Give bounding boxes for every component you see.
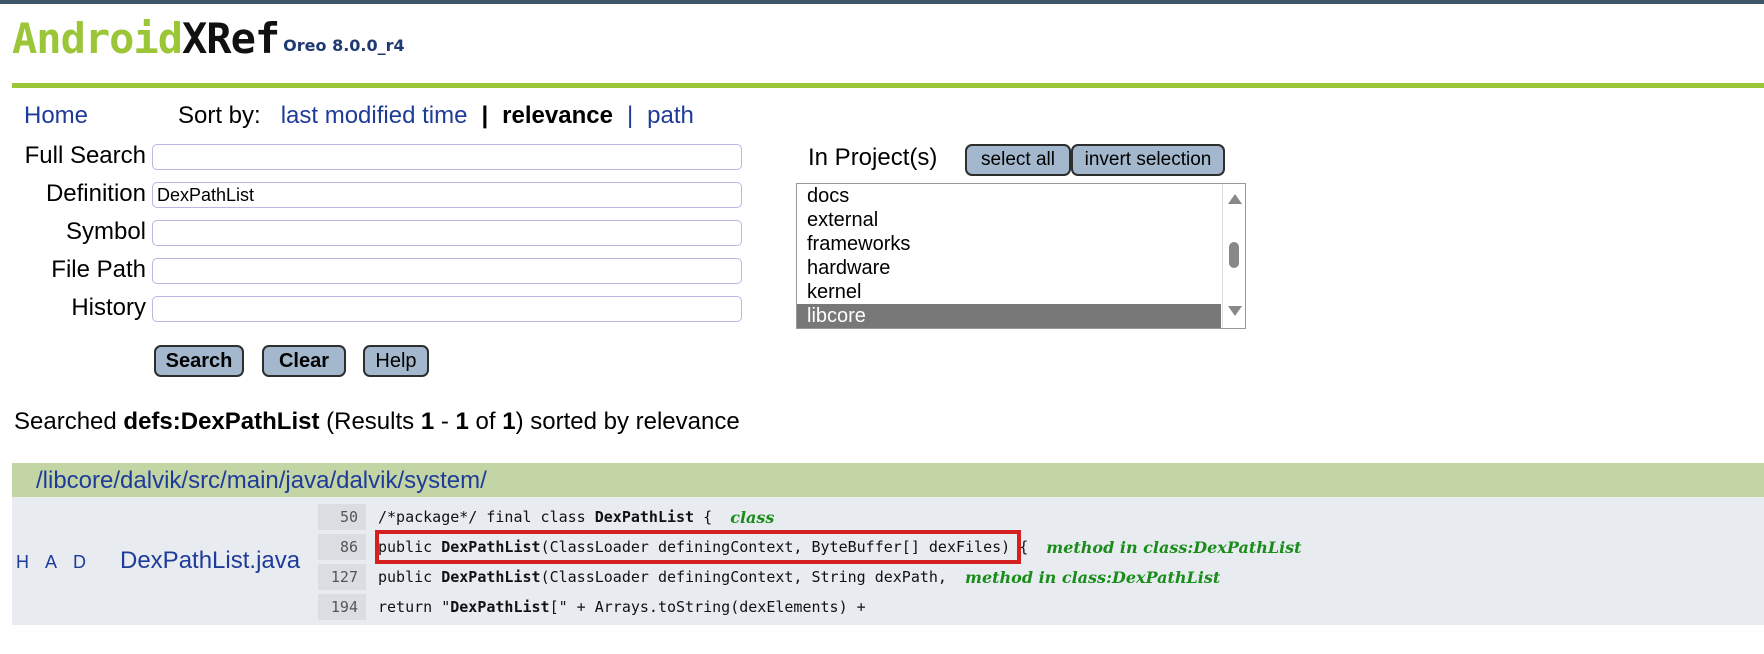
help-button[interactable]: Help — [363, 345, 429, 377]
sort-by-label: Sort by: — [178, 102, 261, 129]
summary-suffix: ) sorted by relevance — [515, 408, 740, 435]
code-match: DexPathList — [441, 568, 541, 586]
code-line[interactable]: 50 /*package*/ final class DexPathList {… — [318, 503, 774, 531]
scroll-down-arrow-icon[interactable] — [1228, 306, 1242, 316]
logo-xref-text: XRef — [182, 14, 280, 63]
project-list-scrollbar[interactable] — [1222, 184, 1245, 328]
definition-type-tag: class — [730, 507, 775, 527]
definition-type-tag: method in class:DexPathList — [1046, 537, 1302, 557]
line-number[interactable]: 127 — [318, 564, 366, 590]
code-pre: /*package*/ final class — [378, 508, 595, 526]
search-summary: Searched defs:DexPathList (Results 1 - 1… — [14, 406, 740, 438]
result-directory-bar: /libcore/dalvik/src/main/java/dalvik/sys… — [12, 463, 1764, 497]
sort-path-link[interactable]: path — [647, 100, 694, 132]
code-post: [" + Arrays.toString(dexElements) + — [549, 598, 866, 616]
summary-total: 1 — [502, 408, 516, 435]
in-projects-label: In Project(s) — [808, 144, 938, 171]
home-link[interactable]: Home — [24, 100, 88, 132]
code-line[interactable]: 127 public DexPathList(ClassLoader defin… — [318, 563, 1220, 591]
sort-separator: | — [626, 102, 634, 129]
summary-query: defs:DexPathList — [123, 408, 320, 435]
code-match: DexPathList — [594, 508, 695, 526]
history-annotate-download-links[interactable]: H A D — [16, 551, 92, 573]
symbol-input[interactable] — [152, 220, 742, 246]
line-number[interactable]: 50 — [318, 504, 366, 530]
full-search-input[interactable] — [152, 144, 742, 170]
project-option-libcore[interactable]: libcore — [797, 304, 1221, 328]
sort-last-modified-link[interactable]: last modified time — [281, 100, 468, 132]
result-file-link[interactable]: DexPathList.java — [120, 546, 300, 576]
code-line[interactable]: 194 return "DexPathList[" + Arrays.toStr… — [318, 593, 866, 621]
code-pre: return " — [378, 598, 451, 616]
summary-to: 1 — [455, 408, 469, 435]
top-border — [0, 0, 1764, 4]
scroll-thumb[interactable] — [1229, 242, 1239, 268]
line-number[interactable]: 194 — [318, 594, 366, 620]
file-path-label: File Path — [51, 256, 146, 283]
highlight-box — [375, 530, 1021, 564]
summary-results-label: (Results — [319, 408, 421, 435]
logo-android-text: Android — [12, 14, 183, 63]
search-button[interactable]: Search — [154, 345, 244, 377]
select-all-button[interactable]: select all — [965, 144, 1071, 176]
summary-from: 1 — [420, 408, 435, 435]
project-option-kernel[interactable]: kernel — [797, 280, 1221, 304]
project-option-frameworks[interactable]: frameworks — [797, 232, 1221, 256]
definition-type-tag: method in class:DexPathList — [965, 567, 1221, 587]
result-directory-link[interactable]: /libcore/dalvik/src/main/java/dalvik/sys… — [36, 463, 487, 499]
code-pre: public — [378, 568, 442, 586]
definition-input[interactable] — [152, 182, 742, 208]
scroll-up-arrow-icon[interactable] — [1228, 194, 1242, 204]
summary-of: of — [468, 408, 503, 435]
summary-dash: - — [434, 408, 456, 435]
code-match: DexPathList — [450, 598, 550, 616]
project-option-docs[interactable]: docs — [797, 184, 1221, 208]
invert-selection-button[interactable]: invert selection — [1071, 144, 1225, 176]
history-label: History — [71, 294, 146, 321]
project-listbox[interactable]: docs external frameworks hardware kernel… — [796, 183, 1246, 329]
file-path-input[interactable] — [152, 258, 742, 284]
sort-separator: | — [481, 102, 489, 129]
full-search-label: Full Search — [24, 142, 146, 169]
version-label: Oreo 8.0.0_r4 — [283, 36, 405, 55]
history-input[interactable] — [152, 296, 742, 322]
clear-button[interactable]: Clear — [262, 345, 346, 377]
sort-by-bar: Sort by: last modified time | relevance … — [178, 100, 694, 132]
project-option-hardware[interactable]: hardware — [797, 256, 1221, 280]
code-text[interactable]: /*package*/ final class DexPathList { — [378, 508, 730, 526]
code-text[interactable]: public DexPathList(ClassLoader definingC… — [378, 568, 965, 586]
symbol-label: Symbol — [65, 218, 146, 245]
project-option-external[interactable]: external — [797, 208, 1221, 232]
sort-relevance-current: relevance — [502, 102, 613, 129]
line-number[interactable]: 86 — [318, 534, 366, 560]
code-post: (ClassLoader definingContext, String dex… — [540, 568, 966, 586]
code-post: { — [694, 508, 731, 526]
definition-label: Definition — [45, 180, 146, 207]
androidxref-logo[interactable]: Android XRef Oreo 8.0.0_r4 — [12, 12, 405, 62]
header-divider — [12, 83, 1764, 88]
summary-prefix: Searched — [14, 408, 124, 435]
code-text[interactable]: return "DexPathList[" + Arrays.toString(… — [378, 598, 866, 616]
